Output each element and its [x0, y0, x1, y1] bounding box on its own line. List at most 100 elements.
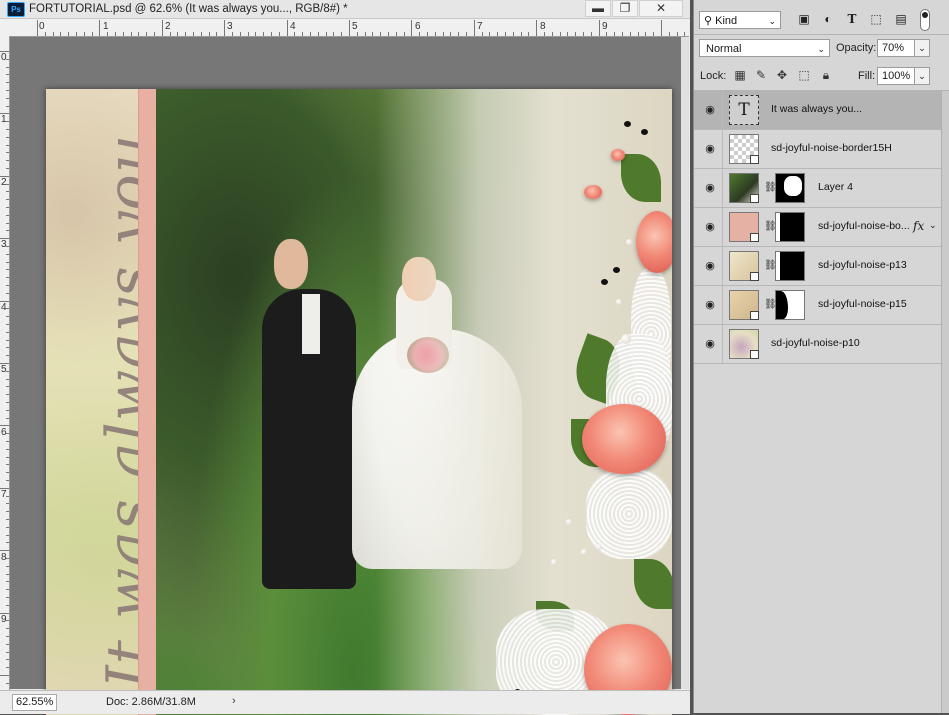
- layer-thumbnail[interactable]: [729, 251, 759, 281]
- ruler-tick: [6, 339, 9, 341]
- ruler-tick: [559, 32, 561, 36]
- rose-decoration: [582, 404, 666, 474]
- filter-toggle-switch[interactable]: [920, 9, 930, 31]
- layer-row[interactable]: ◉ sd-joyful-noise-border15H: [694, 130, 941, 169]
- opacity-field[interactable]: 70%: [877, 39, 917, 57]
- layer-mask-thumbnail[interactable]: [775, 290, 805, 320]
- ruler-tick: [6, 308, 9, 310]
- ruler-tick: [6, 316, 9, 318]
- layer-row[interactable]: ◉ ⛓ sd-joyful-noise-p15: [694, 286, 941, 325]
- horizontal-ruler[interactable]: 0 1 2 3 4 5 6 7 8 9: [9, 19, 689, 37]
- layer-name[interactable]: sd-joyful-noise-p13: [818, 259, 907, 271]
- layer-effects-icon[interactable]: fx: [913, 219, 924, 233]
- ruler-tick: [6, 66, 9, 68]
- ruler-tick: [107, 32, 109, 36]
- layer-thumbnail[interactable]: [729, 173, 759, 203]
- ruler-tick: [6, 643, 9, 645]
- mask-shape: [776, 213, 780, 241]
- image-filter-icon[interactable]: ▣: [796, 11, 812, 27]
- chain-link-icon[interactable]: ⛓: [764, 221, 777, 233]
- expand-effects-icon[interactable]: ⌄: [929, 220, 937, 231]
- layer-thumbnail[interactable]: [729, 290, 759, 320]
- chain-link-icon[interactable]: ⛓: [764, 182, 777, 194]
- canvas-workspace[interactable]: It was always you...: [10, 37, 689, 715]
- ruler-tick: [208, 32, 210, 36]
- close-button[interactable]: ✕: [639, 0, 683, 17]
- ruler-tick: [0, 487, 9, 489]
- groom-head: [274, 239, 308, 289]
- ruler-tick: [185, 32, 187, 36]
- type-filter-icon[interactable]: T: [844, 11, 860, 27]
- layer-thumbnail[interactable]: [729, 134, 759, 164]
- chain-link-icon[interactable]: ⛓: [764, 260, 777, 272]
- ruler-tick: [255, 32, 257, 36]
- layer-mask-thumbnail[interactable]: [775, 173, 805, 203]
- restore-button[interactable]: ❐: [612, 0, 638, 17]
- ruler-tick: [497, 32, 499, 36]
- lock-image-pixels-icon[interactable]: ✎: [754, 68, 768, 82]
- ruler-tick: [0, 550, 9, 552]
- smart-object-filter-icon[interactable]: ▤: [893, 11, 909, 27]
- shape-filter-icon[interactable]: ⬚: [868, 11, 884, 27]
- eye-visibility-icon[interactable]: ◉: [703, 337, 717, 351]
- ruler-tick: [388, 32, 389, 36]
- fill-dropdown-arrow-icon[interactable]: ⌄: [914, 67, 930, 85]
- lock-transparent-pixels-icon[interactable]: ▦: [733, 68, 747, 82]
- status-menu-arrow-icon[interactable]: ›: [232, 695, 236, 707]
- ruler-tick: [668, 32, 670, 36]
- layer-filter-kind-dropdown[interactable]: ⚲ Kind ⌄: [699, 11, 781, 29]
- layer-name[interactable]: sd-joyful-noise-bo...: [818, 220, 910, 232]
- ruler-tick: [68, 32, 70, 36]
- ruler-tick: [263, 32, 265, 36]
- layer-name[interactable]: Layer 4: [818, 181, 853, 193]
- layer-row[interactable]: ◉ ⛓ sd-joyful-noise-p13: [694, 247, 941, 286]
- layer-row[interactable]: ◉ sd-joyful-noise-p10: [694, 325, 941, 364]
- layer-row[interactable]: ◉ ⛓ sd-joyful-noise-bo... fx ⌄: [694, 208, 941, 247]
- type-layer-thumbnail[interactable]: T: [729, 95, 759, 125]
- ruler-tick: [6, 324, 9, 325]
- ruler-tick: [684, 32, 686, 36]
- eye-visibility-icon[interactable]: ◉: [703, 259, 717, 273]
- eye-visibility-icon[interactable]: ◉: [703, 220, 717, 234]
- layer-name[interactable]: sd-joyful-noise-border15H: [771, 142, 892, 154]
- minimize-button[interactable]: ▬: [585, 0, 611, 17]
- vertical-ruler[interactable]: 0 1 2 3 4 5 6 7 8 9: [0, 36, 10, 690]
- document-size-info[interactable]: Doc: 2.86M/31.8M: [106, 696, 196, 708]
- layer-thumbnail[interactable]: [729, 329, 759, 359]
- layer-mask-thumbnail[interactable]: [775, 212, 805, 242]
- layer-row-text[interactable]: ◉ T It was always you...: [694, 91, 941, 130]
- lock-artboard-icon[interactable]: ⬚: [797, 68, 811, 82]
- smart-object-icon: [750, 350, 759, 359]
- opacity-dropdown-arrow-icon[interactable]: ⌄: [914, 39, 930, 57]
- ruler-tick: [6, 581, 9, 583]
- layer-name[interactable]: sd-joyful-noise-p10: [771, 337, 860, 349]
- document-title-bar[interactable]: Ps FORTUTORIAL.psd @ 62.6% (It was alway…: [0, 0, 690, 19]
- ruler-tick: [6, 347, 9, 349]
- eye-visibility-icon[interactable]: ◉: [703, 181, 717, 195]
- fill-field[interactable]: 100%: [877, 67, 917, 85]
- adjustment-filter-icon[interactable]: ◐: [820, 11, 836, 27]
- ruler-tick: [6, 417, 9, 419]
- ruler-tick: [6, 121, 9, 123]
- mask-shape: [784, 176, 802, 196]
- layer-row[interactable]: ◉ ⛓ Layer 4: [694, 169, 941, 208]
- zoom-level-field[interactable]: 62.55%: [12, 694, 57, 711]
- blend-mode-dropdown[interactable]: Normal ⌄: [699, 39, 830, 57]
- eye-visibility-icon[interactable]: ◉: [703, 142, 717, 156]
- lock-position-icon[interactable]: ✥: [775, 68, 789, 82]
- lock-all-icon[interactable]: 🔒︎: [819, 68, 833, 82]
- ruler-tick: [169, 32, 171, 36]
- layer-name[interactable]: It was always you...: [771, 103, 862, 115]
- ruler-tick: [544, 32, 545, 36]
- ruler-number: 8: [540, 21, 546, 32]
- layer-thumbnail[interactable]: [729, 212, 759, 242]
- eye-visibility-icon[interactable]: ◉: [703, 298, 717, 312]
- document-vertical-scrollbar[interactable]: [681, 37, 689, 689]
- document-canvas[interactable]: It was always you...: [46, 89, 672, 715]
- ruler-tick: [380, 32, 382, 36]
- chain-link-icon[interactable]: ⛓: [764, 299, 777, 311]
- layer-mask-thumbnail[interactable]: [775, 251, 805, 281]
- layer-name[interactable]: sd-joyful-noise-p15: [818, 298, 907, 310]
- eye-visibility-icon[interactable]: ◉: [703, 103, 717, 117]
- layers-panel-scrollbar[interactable]: [941, 91, 949, 713]
